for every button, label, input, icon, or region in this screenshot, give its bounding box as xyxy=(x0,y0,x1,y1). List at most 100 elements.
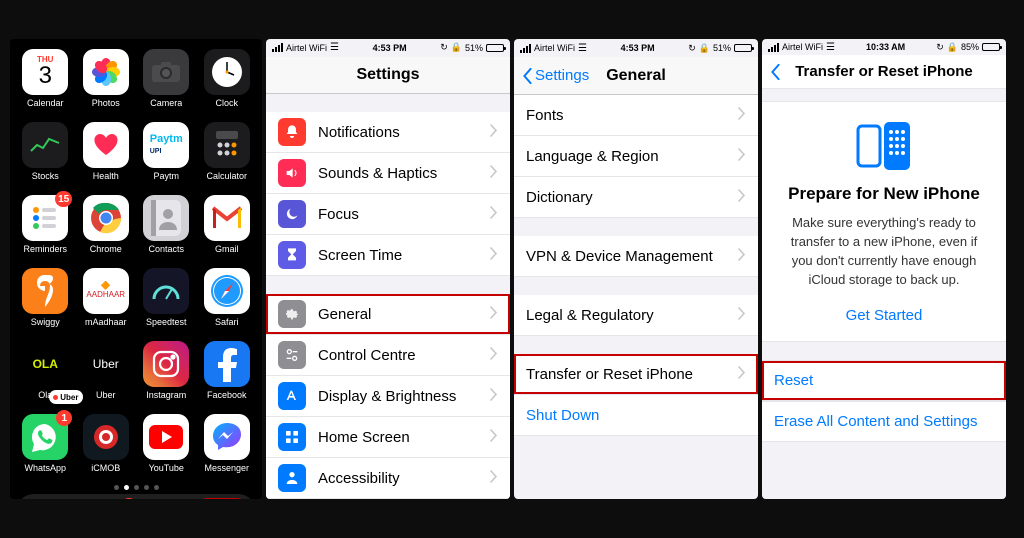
speaker-icon xyxy=(278,159,306,187)
carrier-label: Airtel WiFi xyxy=(286,43,327,53)
stocks-label: Stocks xyxy=(32,171,59,181)
app-reminders[interactable]: 15 Reminders xyxy=(18,195,73,254)
home-screen: THU3 Calendar Photos Camera Clock Stocks xyxy=(10,39,262,499)
app-camera[interactable]: Camera xyxy=(139,49,194,108)
status-time: 4:53 PM xyxy=(339,43,440,53)
app-maadhaar[interactable]: 🔶AADHAAR mAadhaar xyxy=(79,268,134,327)
clock-label: Clock xyxy=(215,98,238,108)
chevron-right-icon xyxy=(738,189,746,206)
camera-label: Camera xyxy=(150,98,182,108)
clock-icon xyxy=(204,49,250,95)
nav-title: General xyxy=(606,67,666,85)
orientation-lock-icon: ↻ xyxy=(936,42,944,53)
app-icmob[interactable]: iCMOB xyxy=(79,414,134,473)
chevron-right-icon xyxy=(738,248,746,265)
row-sounds-haptics[interactable]: Sounds & Haptics xyxy=(266,153,510,194)
general-list[interactable]: Fonts Language & Region Dictionary VPN &… xyxy=(514,95,758,436)
camera-icon xyxy=(143,49,189,95)
app-calendar[interactable]: THU3 Calendar xyxy=(18,49,73,108)
safari-label: Safari xyxy=(215,317,239,327)
battery-icon xyxy=(486,44,504,52)
app-stocks[interactable]: Stocks xyxy=(18,122,73,181)
calendar-date: 3 xyxy=(39,64,52,88)
battery-pct: 51% xyxy=(713,43,731,53)
switches-icon xyxy=(278,341,306,369)
row-label: Language & Region xyxy=(526,148,659,165)
orientation-lock-icon: ↻ xyxy=(440,42,448,53)
status-time: 4:53 PM xyxy=(587,43,688,53)
transfer-reset-screen: Airtel WiFi ☰ 10:33 AM ↻ 🔒 85% Transfer … xyxy=(762,39,1006,499)
bell-icon xyxy=(278,118,306,146)
row-fonts[interactable]: Fonts xyxy=(514,95,758,136)
row-label: Home Screen xyxy=(318,429,410,446)
row-general[interactable]: General xyxy=(266,294,510,335)
wifi-icon: ☰ xyxy=(578,43,587,54)
chevron-right-icon xyxy=(490,165,498,182)
row-accessibility[interactable]: Accessibility xyxy=(266,458,510,499)
back-button[interactable]: Settings xyxy=(522,67,589,84)
app-facebook[interactable]: Facebook xyxy=(200,341,255,400)
nav-title: Settings xyxy=(356,66,419,84)
row-vpn-device-management[interactable]: VPN & Device Management xyxy=(514,236,758,277)
chevron-right-icon xyxy=(490,124,498,141)
action-erase-all-content-and-settings[interactable]: Erase All Content and Settings xyxy=(762,401,1006,442)
app-ola[interactable]: OLA Uber Ola xyxy=(18,341,73,400)
calendar-icon: THU3 xyxy=(22,49,68,95)
app-instagram[interactable]: Instagram xyxy=(139,341,194,400)
action-reset[interactable]: Reset xyxy=(762,360,1006,401)
row-label: Focus xyxy=(318,206,359,223)
messenger-label: Messenger xyxy=(204,463,249,473)
app-paytm[interactable]: PaytmUPI Paytm xyxy=(139,122,194,181)
page-indicator[interactable] xyxy=(10,479,262,494)
lock-icon: 🔒 xyxy=(947,42,958,53)
row-notifications[interactable]: Notifications xyxy=(266,112,510,153)
row-home-screen[interactable]: Home Screen xyxy=(266,417,510,458)
devices-icon xyxy=(854,122,914,172)
row-label: Shut Down xyxy=(526,407,599,424)
chevron-right-icon xyxy=(490,306,498,323)
row-control-centre[interactable]: Control Centre xyxy=(266,335,510,376)
app-contacts[interactable]: Contacts xyxy=(139,195,194,254)
lock-icon: 🔒 xyxy=(699,43,710,54)
app-gmail[interactable]: Gmail xyxy=(200,195,255,254)
app-youtube[interactable]: YouTube xyxy=(139,414,194,473)
back-label: Settings xyxy=(535,67,589,84)
chevron-right-icon xyxy=(738,148,746,165)
whatsapp-icon: 1 xyxy=(22,414,68,460)
battery-icon xyxy=(982,43,1000,51)
messenger-icon xyxy=(204,414,250,460)
back-button[interactable] xyxy=(770,64,781,80)
row-dictionary[interactable]: Dictionary xyxy=(514,177,758,218)
lock-icon: 🔒 xyxy=(451,42,462,53)
row-transfer-or-reset-iphone[interactable]: Transfer or Reset iPhone xyxy=(514,354,758,395)
row-shut-down[interactable]: Shut Down xyxy=(514,395,758,436)
app-whatsapp[interactable]: 1 WhatsApp xyxy=(18,414,73,473)
whatsapp-label: WhatsApp xyxy=(24,463,66,473)
app-safari[interactable]: Safari xyxy=(200,268,255,327)
app-photos[interactable]: Photos xyxy=(79,49,134,108)
app-messenger[interactable]: Messenger xyxy=(200,414,255,473)
row-label: Display & Brightness xyxy=(318,388,456,405)
row-screen-time[interactable]: Screen Time xyxy=(266,235,510,276)
row-label: Control Centre xyxy=(318,347,416,364)
app-swiggy[interactable]: Swiggy xyxy=(18,268,73,327)
whatsapp-badge: 1 xyxy=(56,410,72,426)
app-calculator[interactable]: Calculator xyxy=(200,122,255,181)
row-display-brightness[interactable]: Display & Brightness xyxy=(266,376,510,417)
settings-list[interactable]: Notifications Sounds & Haptics Focus Scr… xyxy=(266,94,510,499)
speedtest-label: Speedtest xyxy=(146,317,187,327)
app-clock[interactable]: Clock xyxy=(200,49,255,108)
ola-icon: OLA xyxy=(22,341,68,387)
chevron-right-icon xyxy=(490,388,498,405)
app-speedtest[interactable]: Speedtest xyxy=(139,268,194,327)
prepare-hero: Prepare for New iPhone Make sure everyth… xyxy=(762,101,1006,342)
row-language-region[interactable]: Language & Region xyxy=(514,136,758,177)
app-health[interactable]: Health xyxy=(79,122,134,181)
app-uber[interactable]: Uber Uber xyxy=(79,341,134,400)
row-focus[interactable]: Focus xyxy=(266,194,510,235)
row-legal-regulatory[interactable]: Legal & Regulatory xyxy=(514,295,758,336)
app-chrome[interactable]: Chrome xyxy=(79,195,134,254)
row-label: Accessibility xyxy=(318,470,400,487)
chevron-right-icon xyxy=(490,206,498,223)
get-started-link[interactable]: Get Started xyxy=(846,307,923,324)
